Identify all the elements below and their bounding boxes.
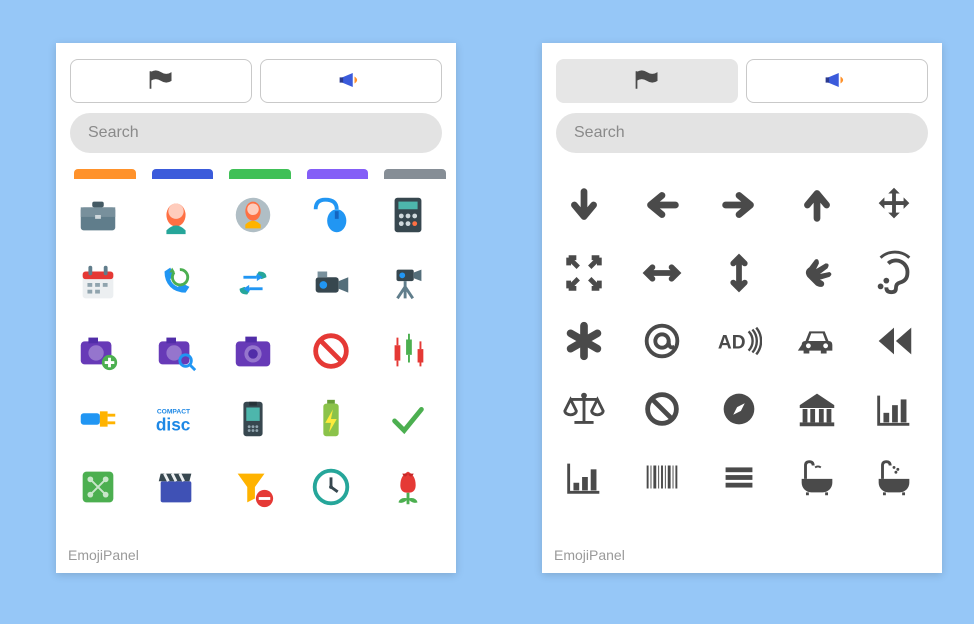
search-container	[56, 113, 456, 163]
bar-chart-icon[interactable]	[870, 385, 918, 433]
emoji-panel-mono: AD EmojiPanel	[542, 43, 942, 573]
checkmark-icon[interactable]	[384, 395, 432, 443]
at-sign-icon[interactable]	[638, 317, 686, 365]
partial-row	[70, 169, 450, 179]
fast-backward-icon[interactable]	[870, 317, 918, 365]
emoji-panel-color: COMPACTdisc EmojiPanel	[56, 43, 456, 573]
tab-announce[interactable]	[746, 59, 928, 103]
panel-footer: EmojiPanel	[56, 539, 456, 573]
bath-alt-icon[interactable]	[870, 453, 918, 501]
ban-icon[interactable]	[638, 385, 686, 433]
flag-icon	[147, 69, 175, 94]
camera-plus-icon[interactable]	[74, 327, 122, 375]
briefcase-icon[interactable]	[74, 191, 122, 239]
calendar-icon[interactable]	[74, 259, 122, 307]
arrow-up-icon[interactable]	[793, 181, 841, 229]
icon-grid-scroll[interactable]: COMPACTdisc	[56, 163, 456, 539]
tab-bar	[542, 43, 942, 113]
bank-icon[interactable]	[793, 385, 841, 433]
woman-circle-icon[interactable]	[229, 191, 277, 239]
circuit-icon[interactable]	[74, 463, 122, 511]
svg-text:AD: AD	[718, 333, 746, 354]
tulip-icon[interactable]	[384, 463, 432, 511]
megaphone-icon	[823, 69, 851, 94]
balance-scale-icon[interactable]	[560, 385, 608, 433]
car-icon[interactable]	[793, 317, 841, 365]
arrow-down-icon[interactable]	[560, 181, 608, 229]
search-input[interactable]	[556, 113, 928, 153]
cancel-icon[interactable]	[307, 327, 355, 375]
camcorder-icon[interactable]	[307, 259, 355, 307]
candlestick-icon[interactable]	[384, 327, 432, 375]
calculator-icon[interactable]	[384, 191, 432, 239]
assistive-listening-icon[interactable]	[870, 249, 918, 297]
clock-icon[interactable]	[307, 463, 355, 511]
compass-icon[interactable]	[715, 385, 763, 433]
search-container	[542, 113, 942, 163]
clapperboard-icon[interactable]	[152, 463, 200, 511]
icon-grid-mono: AD	[556, 169, 936, 511]
icon-grid-color: COMPACTdisc	[70, 179, 450, 521]
camera-icon[interactable]	[229, 327, 277, 375]
mouse-cable-icon[interactable]	[307, 191, 355, 239]
phone-transfer-icon[interactable]	[229, 259, 277, 307]
woman-icon[interactable]	[152, 191, 200, 239]
megaphone-icon	[337, 69, 365, 94]
arrows-expand-icon[interactable]	[560, 249, 608, 297]
barcode-icon[interactable]	[638, 453, 686, 501]
audio-description-icon[interactable]: AD	[715, 317, 763, 365]
phone-handset-icon[interactable]	[229, 395, 277, 443]
search-input[interactable]	[70, 113, 442, 153]
arrows-v-icon[interactable]	[715, 249, 763, 297]
bar-chart-inc-icon[interactable]	[560, 453, 608, 501]
bath-icon[interactable]	[793, 453, 841, 501]
arrows-h-icon[interactable]	[638, 249, 686, 297]
tab-announce[interactable]	[260, 59, 442, 103]
panel-footer: EmojiPanel	[542, 539, 942, 573]
asterisk-icon[interactable]	[560, 317, 608, 365]
flag-icon	[633, 69, 661, 94]
tab-bar	[56, 43, 456, 113]
tab-flags[interactable]	[70, 59, 252, 103]
icon-grid-scroll[interactable]: AD	[542, 163, 942, 539]
bars-menu-icon[interactable]	[715, 453, 763, 501]
svg-text:disc: disc	[155, 415, 190, 435]
camera-search-icon[interactable]	[152, 327, 200, 375]
plug-icon[interactable]	[74, 395, 122, 443]
sign-language-icon[interactable]	[793, 249, 841, 297]
battery-charging-icon[interactable]	[307, 395, 355, 443]
arrows-move-icon[interactable]	[870, 181, 918, 229]
funnel-minus-icon[interactable]	[229, 463, 277, 511]
arrow-left-icon[interactable]	[638, 181, 686, 229]
phone-refresh-icon[interactable]	[152, 259, 200, 307]
arrow-right-icon[interactable]	[715, 181, 763, 229]
compact-disc-icon[interactable]: COMPACTdisc	[152, 395, 200, 443]
tab-flags[interactable]	[556, 59, 738, 103]
camcorder-tripod-icon[interactable]	[384, 259, 432, 307]
